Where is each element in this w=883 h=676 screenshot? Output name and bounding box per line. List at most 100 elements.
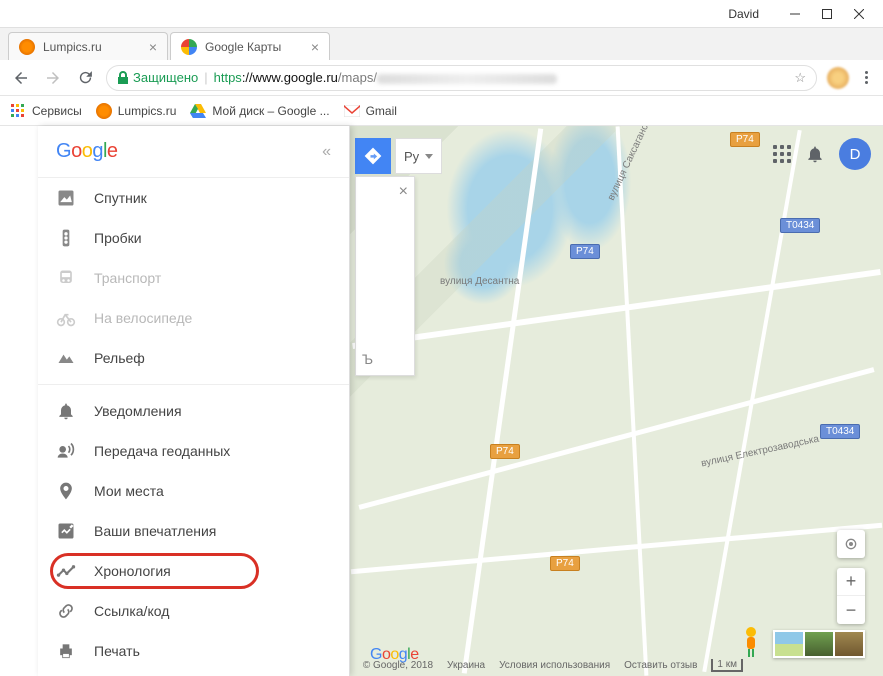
window-titlebar: David <box>0 0 883 28</box>
collapse-menu-button[interactable]: « <box>322 143 331 161</box>
search-suggestion-panel: × Ъ <box>355 176 415 376</box>
bookmark-drive[interactable]: Мой диск – Google ... <box>190 103 329 119</box>
menu-item-label: Мои места <box>94 483 164 499</box>
language-dropdown[interactable]: Ру <box>395 138 442 174</box>
nav-reload-button[interactable] <box>74 67 96 89</box>
nav-forward-button[interactable] <box>42 67 64 89</box>
account-avatar-button[interactable]: D <box>839 138 871 170</box>
attribution-copy: © Google, 2018 <box>363 660 433 671</box>
menu-item-satellite[interactable]: Спутник <box>38 178 349 218</box>
menu-item-label: Хронология <box>94 563 171 579</box>
attribution-feedback[interactable]: Оставить отзыв <box>624 660 697 671</box>
tab-google-maps[interactable]: Google Карты × <box>170 32 330 60</box>
menu-item-myplaces[interactable]: Мои места <box>38 471 349 511</box>
myplaces-icon <box>56 481 76 501</box>
road-badge: Р74 <box>570 244 600 259</box>
transit-icon <box>56 268 76 288</box>
bookmark-label: Мой диск – Google ... <box>212 104 329 118</box>
menu-item-label: Ссылка/код <box>94 603 169 619</box>
menu-item-label: Спутник <box>94 190 147 206</box>
layer-thumbnails <box>773 630 865 658</box>
menu-item-label: Ваши впечатления <box>94 523 216 539</box>
tab-close-icon[interactable]: × <box>149 39 157 55</box>
window-close-button[interactable] <box>843 3 875 25</box>
layer-thumb[interactable] <box>805 632 833 656</box>
nav-back-button[interactable] <box>10 67 32 89</box>
print-icon <box>56 641 76 661</box>
url-display: https://www.google.ru/maps/ <box>214 70 557 85</box>
layer-thumb[interactable] <box>835 632 863 656</box>
bookmark-label: Lumpics.ru <box>118 104 177 118</box>
menu-item-label: На велосипеде <box>94 310 192 326</box>
contrib-icon <box>56 521 76 541</box>
maps-favicon-icon <box>181 39 197 55</box>
zoom-in-button[interactable]: + <box>837 568 865 596</box>
bookmark-star-icon[interactable]: ☆ <box>794 70 806 86</box>
profile-avatar[interactable] <box>827 67 849 89</box>
attribution-terms[interactable]: Условия использования <box>499 660 610 671</box>
road-badge: Т0434 <box>780 218 820 233</box>
language-label: Ру <box>404 149 419 164</box>
menu-item-label: Рельеф <box>94 350 145 366</box>
menu-divider <box>38 384 349 385</box>
menu-item-label: Печать <box>94 643 140 659</box>
drive-icon <box>190 103 206 119</box>
menu-item-terrain[interactable]: Рельеф <box>38 338 349 378</box>
chevron-down-icon <box>425 154 433 159</box>
street-label: вулиця Електрозаводська <box>700 434 820 470</box>
embed-icon <box>56 601 76 621</box>
satellite-icon <box>56 188 76 208</box>
menu-item-embed[interactable]: Ссылка/код <box>38 591 349 631</box>
bookmark-gmail[interactable]: Gmail <box>344 103 397 119</box>
menu-item-label: Пробки <box>94 230 142 246</box>
menu-item-contrib[interactable]: Ваши впечатления <box>38 511 349 551</box>
menu-header: Google « <box>38 126 349 178</box>
notifications-icon[interactable] <box>805 144 825 164</box>
road-badge: Р74 <box>550 556 580 571</box>
street-label: вулиця Десантна <box>440 276 519 287</box>
traffic-icon <box>56 228 76 248</box>
directions-button[interactable] <box>355 138 391 174</box>
bookmark-services[interactable]: Сервисы <box>10 103 82 119</box>
menu-item-traffic[interactable]: Пробки <box>38 218 349 258</box>
orange-favicon-icon <box>96 103 112 119</box>
browser-menu-button[interactable] <box>859 71 873 84</box>
tab-label: Lumpics.ru <box>43 40 141 54</box>
tab-close-icon[interactable]: × <box>311 39 319 55</box>
google-logo: Google <box>56 140 118 163</box>
maps-side-menu: Google « Спутник Пробки Транспорт На велоси… <box>38 126 350 676</box>
map-top-right-controls: D <box>773 138 871 170</box>
window-minimize-button[interactable] <box>779 3 811 25</box>
bookmark-lumpics[interactable]: Lumpics.ru <box>96 103 177 119</box>
tab-lumpics[interactable]: Lumpics.ru × <box>8 32 168 60</box>
bookmarks-bar: Сервисы Lumpics.ru Мой диск – Google ...… <box>0 96 883 126</box>
orange-favicon-icon <box>19 39 35 55</box>
menu-item-label: Уведомления <box>94 403 182 419</box>
zoom-control: + − <box>837 568 865 624</box>
attribution-country: Украина <box>447 660 485 671</box>
map-canvas[interactable]: Р74Т0434Р74Т0434Р74Р74 вулиця Десантнаву… <box>350 126 883 676</box>
locate-me-button[interactable] <box>837 530 865 558</box>
terrain-icon <box>56 348 76 368</box>
zoom-out-button[interactable]: − <box>837 596 865 624</box>
layer-thumb[interactable] <box>775 632 803 656</box>
close-icon[interactable]: × <box>399 183 408 201</box>
content-area: Р74Т0434Р74Т0434Р74Р74 вулиця Десантнаву… <box>0 126 883 676</box>
locshare-icon <box>56 441 76 461</box>
apps-icon <box>10 103 26 119</box>
road-badge: Р74 <box>490 444 520 459</box>
window-maximize-button[interactable] <box>811 3 843 25</box>
menu-item-locshare[interactable]: Передача геоданных <box>38 431 349 471</box>
google-apps-button[interactable] <box>773 145 791 163</box>
map-attribution: © Google, 2018 Украина Условия использов… <box>360 659 743 672</box>
secure-label: Защищено <box>133 70 198 85</box>
menu-item-bicycle: На велосипеде <box>38 298 349 338</box>
menu-item-label: Транспорт <box>94 270 161 286</box>
menu-item-notifications[interactable]: Уведомления <box>38 391 349 431</box>
pegman-streetview[interactable] <box>739 626 763 658</box>
tab-label: Google Карты <box>205 40 303 54</box>
road-badge: Р74 <box>730 132 760 147</box>
menu-item-timeline[interactable]: Хронология <box>38 551 349 591</box>
menu-item-print[interactable]: Печать <box>38 631 349 671</box>
address-bar[interactable]: Защищено | https://www.google.ru/maps/ ☆ <box>106 65 817 91</box>
